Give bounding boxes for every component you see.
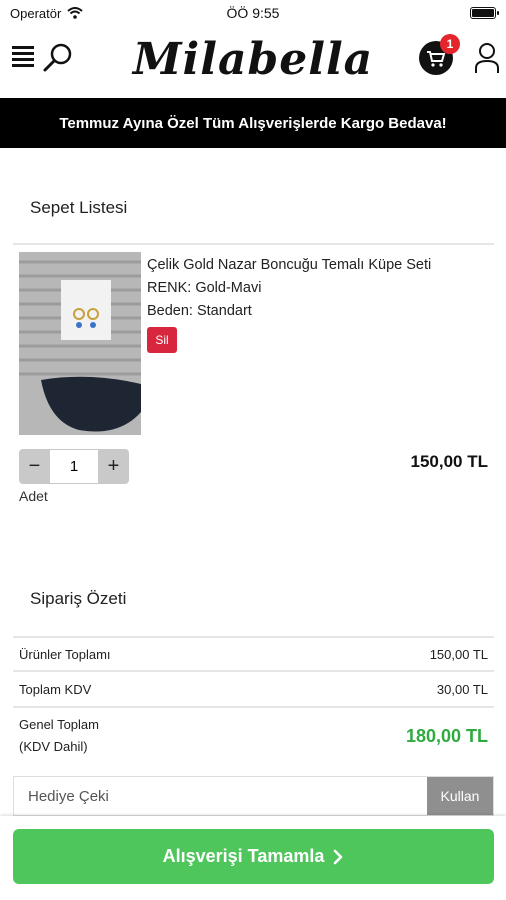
quantity-input[interactable] [50, 449, 98, 484]
brand-logo-text[interactable]: Milabella [133, 34, 373, 85]
quantity-label: Adet [19, 488, 48, 504]
cart-count-badge: 1 [440, 34, 460, 54]
checkout-button[interactable]: Alışverişi Tamamla [13, 829, 494, 884]
product-image[interactable] [19, 252, 141, 435]
summary-row-value: 30,00 TL [436, 681, 488, 697]
search-icon[interactable] [42, 42, 74, 74]
summary-section-title: Sipariş Özeti [30, 589, 127, 608]
apply-voucher-button[interactable]: Kullan [427, 777, 493, 815]
decrease-quantity-button[interactable]: − [19, 449, 50, 484]
chevron-right-icon [334, 849, 343, 864]
product-color: RENK: Gold-Mavi [147, 280, 262, 296]
delete-button[interactable]: Sil [147, 327, 177, 353]
battery-icon [470, 7, 499, 19]
menu-icon[interactable] [12, 46, 34, 70]
promo-banner: Temmuz Ayına Özel Tüm Alışverişlerde Kar… [0, 98, 506, 148]
summary-row-vat: Toplam KDV 30,00 TL [13, 672, 494, 708]
cart-divider [13, 243, 494, 245]
wifi-icon [67, 7, 83, 19]
summary-row-value: 150,00 TL [429, 646, 488, 662]
status-left: Operatör [10, 6, 83, 21]
product-name[interactable]: Çelik Gold Nazar Boncuğu Temalı Küpe Set… [147, 254, 431, 277]
app-header: Milabella 1 [0, 26, 506, 98]
status-bar: Operatör ÖÖ 9:55 [0, 0, 506, 26]
summary-row-label: Ürünler Toplamı [19, 646, 111, 662]
checkout-label: Alışverişi Tamamla [162, 846, 325, 866]
gift-voucher-form: Kullan [13, 776, 494, 816]
carrier-label: Operatör [10, 5, 62, 21]
cart-section-title: Sepet Listesi [30, 198, 128, 217]
promo-text: Temmuz Ayına Özel Tüm Alışverişlerde Kar… [59, 114, 447, 132]
order-summary-table: Ürünler Toplamı 150,00 TL Toplam KDV 30,… [13, 636, 494, 764]
product-info: Çelik Gold Nazar Boncuğu Temalı Küpe Set… [147, 254, 431, 323]
total-label: Genel Toplam [19, 717, 99, 732]
total-label-vat-note: (KDV Dahil) [19, 739, 88, 754]
grand-total-value: 180,00 TL [405, 725, 488, 746]
gift-voucher-input[interactable] [14, 777, 427, 815]
summary-row-label: Toplam KDV [19, 681, 92, 697]
increase-quantity-button[interactable]: + [98, 449, 129, 484]
summary-row-total: Genel Toplam (KDV Dahil) 180,00 TL [13, 708, 494, 764]
item-price: 150,00 TL [410, 452, 489, 471]
quantity-stepper: − + [19, 449, 129, 484]
product-size: Beden: Standart [147, 303, 252, 319]
user-icon[interactable] [474, 42, 500, 74]
summary-row-subtotal: Ürünler Toplamı 150,00 TL [13, 636, 494, 672]
